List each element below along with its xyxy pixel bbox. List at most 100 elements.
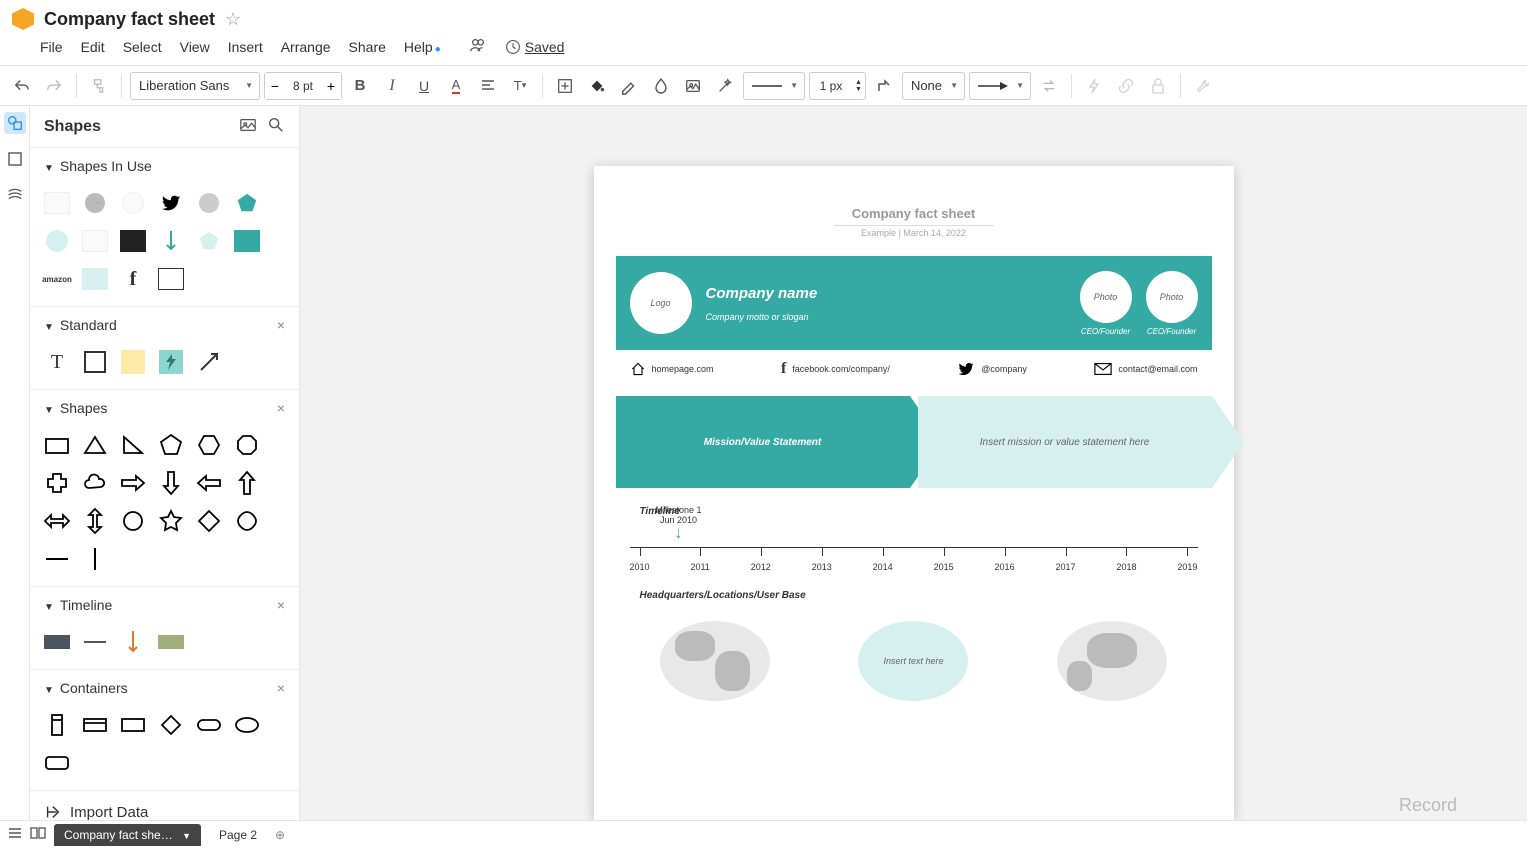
shape-sticky-note[interactable] (118, 347, 148, 377)
import-data-button[interactable]: Import Data (30, 790, 299, 820)
shape-right-triangle[interactable] (118, 430, 148, 460)
logo-circle[interactable]: Logo (630, 272, 692, 334)
shape-action[interactable] (156, 347, 186, 377)
menu-help[interactable]: Help● (404, 39, 441, 55)
shape-container-rounded[interactable] (42, 748, 72, 778)
shape-arrow-up[interactable] (232, 468, 262, 498)
shape-container-ellipse[interactable] (232, 710, 262, 740)
text-options-button[interactable]: T▾ (506, 72, 534, 100)
shape-amazon-logo[interactable]: amazon (42, 264, 72, 294)
photo-circle-2[interactable]: Photo (1146, 271, 1198, 323)
shape-twitter-icon[interactable] (156, 188, 186, 218)
format-painter-button[interactable] (85, 72, 113, 100)
shape-black-square[interactable] (118, 226, 148, 256)
section-standard[interactable]: ▼Standard × (30, 307, 299, 343)
wrench-button[interactable] (1189, 72, 1217, 100)
font-color-button[interactable]: A (442, 72, 470, 100)
shape-circle[interactable] (118, 506, 148, 536)
shape-arrow-down[interactable] (156, 468, 186, 498)
contact-facebook[interactable]: ffacebook.com/company/ (781, 360, 890, 378)
image-button[interactable] (679, 72, 707, 100)
shape-white-box-2[interactable] (80, 226, 110, 256)
opacity-button[interactable] (647, 72, 675, 100)
photo-circle-1[interactable]: Photo (1080, 271, 1132, 323)
fill-color-button[interactable] (583, 72, 611, 100)
shape-container-swimlane[interactable] (42, 710, 72, 740)
menu-edit[interactable]: Edit (81, 39, 105, 55)
canvas-page[interactable]: Company fact sheet Example | March 14, 2… (594, 166, 1234, 820)
undo-button[interactable] (8, 72, 36, 100)
shape-pentagon[interactable] (156, 430, 186, 460)
contact-homepage[interactable]: homepage.com (630, 360, 714, 378)
font-family-select[interactable]: Liberation Sans (130, 72, 260, 100)
section-containers-close[interactable]: × (277, 680, 285, 696)
line-route-button[interactable] (870, 72, 898, 100)
shape-triangle[interactable] (80, 430, 110, 460)
photo-label-2[interactable]: CEO/Founder (1147, 327, 1196, 336)
menu-file[interactable]: File (40, 39, 63, 55)
border-color-button[interactable] (615, 72, 643, 100)
underline-button[interactable]: U (410, 72, 438, 100)
globe-1[interactable] (660, 621, 770, 701)
bold-button[interactable]: B (346, 72, 374, 100)
rail-document-button[interactable] (4, 148, 26, 170)
shape-hexagon[interactable] (194, 430, 224, 460)
shape-outline-square[interactable] (156, 264, 186, 294)
company-name-text[interactable]: Company name (706, 285, 1066, 302)
collaborators-icon[interactable] (469, 36, 487, 57)
shape-arrow-right[interactable] (118, 468, 148, 498)
shape-cloud[interactable] (80, 468, 110, 498)
font-size-decrease[interactable]: − (265, 73, 285, 99)
milestone-marker[interactable]: Milestone 1 Jun 2010 ↓ (656, 505, 702, 543)
shape-cross[interactable] (42, 468, 72, 498)
bottom-pages-icon[interactable] (30, 827, 46, 842)
globe-2[interactable]: Insert text here (858, 621, 968, 701)
section-standard-close[interactable]: × (277, 317, 285, 333)
shape-insert-button[interactable] (551, 72, 579, 100)
shape-arrow-left[interactable] (194, 468, 224, 498)
shape-globe-icon[interactable] (80, 188, 110, 218)
shape-rect[interactable] (80, 347, 110, 377)
font-size-increase[interactable]: + (321, 73, 341, 99)
rail-shapes-button[interactable] (4, 112, 26, 134)
rail-layers-button[interactable] (4, 184, 26, 206)
contact-email[interactable]: contact@email.com (1094, 360, 1197, 378)
shape-timeline-bar[interactable] (156, 627, 186, 657)
header-band[interactable]: Logo Company name Company motto or sloga… (616, 256, 1212, 350)
menu-insert[interactable]: Insert (228, 39, 263, 55)
swap-ends-button[interactable] (1035, 72, 1063, 100)
favorite-star-icon[interactable]: ☆ (225, 9, 241, 30)
shape-arrow-updown[interactable] (80, 506, 110, 536)
actions-button[interactable] (1080, 72, 1108, 100)
section-containers[interactable]: ▼Containers × (30, 670, 299, 706)
shape-octagon[interactable] (232, 430, 262, 460)
photo-label-1[interactable]: CEO/Founder (1081, 327, 1130, 336)
saved-status[interactable]: Saved (505, 39, 565, 55)
shape-diamond[interactable] (194, 506, 224, 536)
section-shapes-close[interactable]: × (277, 400, 285, 416)
shape-rounded-pentagon[interactable] (232, 506, 262, 536)
shape-arrow-down-teal[interactable] (156, 226, 186, 256)
menu-share[interactable]: Share (349, 39, 386, 55)
shape-timeline-line[interactable] (80, 627, 110, 657)
shape-circle-light-teal[interactable] (42, 226, 72, 256)
font-size-stepper[interactable]: − 8 pt + (264, 72, 342, 100)
tab-page-1[interactable]: Company fact she… ▼ (54, 824, 201, 846)
contact-twitter[interactable]: @company (957, 360, 1027, 378)
menu-select[interactable]: Select (123, 39, 162, 55)
shape-white-box[interactable] (42, 188, 72, 218)
shape-pentagon-teal[interactable] (232, 188, 262, 218)
shape-line-h[interactable] (42, 544, 72, 574)
timeline-title[interactable]: Timeline (640, 506, 1212, 517)
line-width-stepper[interactable]: 1 px ▲▼ (809, 72, 866, 100)
lock-button[interactable] (1144, 72, 1172, 100)
sidebar-image-icon[interactable] (239, 116, 257, 137)
shape-timeline-arrow[interactable] (118, 627, 148, 657)
company-motto-text[interactable]: Company motto or slogan (706, 312, 1066, 322)
section-timeline-close[interactable]: × (277, 597, 285, 613)
shape-white-circle[interactable] (118, 188, 148, 218)
sidebar-search-icon[interactable] (267, 116, 285, 137)
shape-square-teal[interactable] (232, 226, 262, 256)
shape-container-pill[interactable] (194, 710, 224, 740)
page-header-subtitle[interactable]: Example | March 14, 2022 (616, 228, 1212, 238)
